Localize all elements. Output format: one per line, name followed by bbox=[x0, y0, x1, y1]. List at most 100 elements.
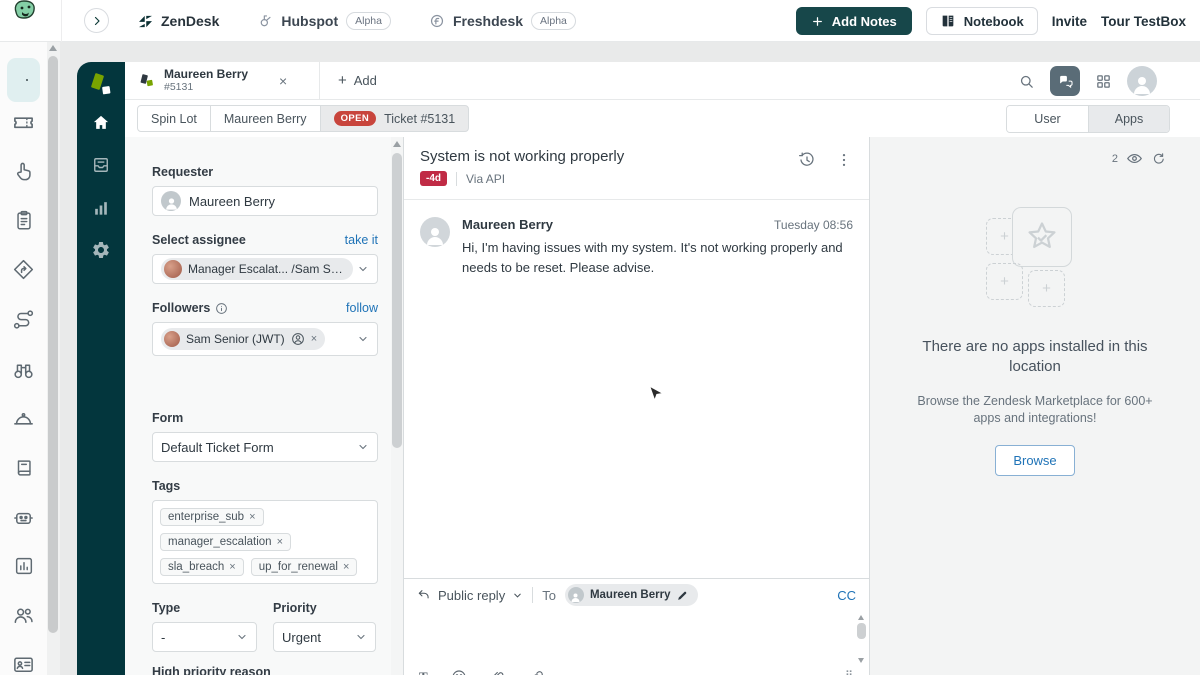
attachment-icon[interactable] bbox=[490, 669, 506, 675]
collapse-sidebar-button[interactable] bbox=[84, 8, 109, 33]
cc-link[interactable]: CC bbox=[837, 588, 856, 603]
scroll-up-arrow[interactable] bbox=[49, 45, 57, 51]
follower-value: Sam Senior (JWT) bbox=[186, 332, 285, 346]
emoji-icon[interactable] bbox=[451, 669, 467, 675]
rail-item-analytics[interactable] bbox=[0, 555, 47, 577]
scrollbar-thumb[interactable] bbox=[48, 56, 58, 633]
apps-grid-icon[interactable] bbox=[1095, 73, 1112, 90]
refresh-icon[interactable] bbox=[1151, 151, 1166, 166]
ticket-content: Requester Maureen Berry Select assignee … bbox=[125, 137, 1200, 675]
close-ticket-tab-button[interactable]: × bbox=[279, 73, 287, 89]
testbox-mascot-logo[interactable] bbox=[10, 0, 42, 30]
tag-label: up_for_renewal bbox=[258, 561, 338, 573]
rail-item-journeys[interactable] bbox=[0, 308, 47, 331]
topbar-actions: Add Notes Notebook Invite Tour TestBox bbox=[795, 0, 1186, 42]
type-select[interactable]: - bbox=[152, 622, 257, 652]
profile-avatar[interactable] bbox=[1127, 66, 1157, 96]
ticket-subject: System is not working properly bbox=[420, 148, 625, 165]
viewer-count: 2 bbox=[1111, 152, 1118, 165]
form-select[interactable]: Default Ticket Form bbox=[152, 432, 378, 462]
conversations-button[interactable] bbox=[1050, 66, 1080, 96]
rail-item-tickets[interactable] bbox=[0, 111, 47, 134]
scroll-up-arrow[interactable] bbox=[858, 615, 864, 620]
viewers-indicator: 2 bbox=[1112, 150, 1166, 167]
rail-item-clicks[interactable] bbox=[0, 160, 47, 183]
rail-item-discover[interactable] bbox=[0, 359, 47, 382]
ticket-fields-panel: Requester Maureen Berry Select assignee … bbox=[125, 137, 391, 675]
tag-pill[interactable]: sla_breach × bbox=[160, 558, 244, 576]
nav-admin-button[interactable] bbox=[77, 240, 125, 260]
add-tab-label: Add bbox=[353, 73, 377, 88]
nav-views-button[interactable] bbox=[77, 155, 125, 175]
edit-pencil-icon[interactable] bbox=[676, 589, 689, 602]
sla-badge: -4d bbox=[420, 171, 447, 186]
home-icon bbox=[91, 113, 111, 133]
remove-tag-icon[interactable]: × bbox=[343, 561, 349, 573]
rail-item-contacts[interactable] bbox=[0, 653, 47, 675]
notebook-button[interactable]: Notebook bbox=[925, 7, 1038, 35]
rail-item-users[interactable] bbox=[0, 604, 47, 627]
rail-item-guides[interactable] bbox=[0, 258, 47, 281]
scrollbar-thumb[interactable] bbox=[857, 623, 866, 639]
scroll-down-arrow[interactable] bbox=[858, 658, 864, 663]
zendesk-nav-sidebar bbox=[77, 62, 125, 675]
priority-select[interactable]: Urgent bbox=[273, 622, 376, 652]
ticket-tab[interactable]: Maureen Berry #5131 × bbox=[125, 62, 320, 100]
composer-toolbar: T ⠿ bbox=[404, 669, 869, 675]
link-icon[interactable] bbox=[529, 669, 545, 675]
tab-hubspot[interactable]: Hubspot Alpha bbox=[257, 12, 391, 30]
priority-label: Priority bbox=[273, 601, 317, 615]
take-it-link[interactable]: take it bbox=[345, 233, 378, 247]
scroll-up-arrow[interactable] bbox=[393, 141, 401, 147]
breadcrumb-ticket[interactable]: OPEN Ticket #5131 bbox=[319, 105, 470, 132]
breadcrumb-organization[interactable]: Spin Lot bbox=[137, 105, 211, 132]
nav-home-button[interactable] bbox=[77, 113, 125, 133]
rail-item-notes[interactable] bbox=[0, 209, 47, 231]
ticket-history-icon[interactable] bbox=[798, 151, 816, 169]
add-notes-button[interactable]: Add Notes bbox=[795, 7, 912, 35]
remove-follower-button[interactable]: × bbox=[311, 333, 317, 345]
remove-tag-icon[interactable]: × bbox=[229, 561, 235, 573]
message-avatar bbox=[420, 217, 450, 247]
tour-testbox-link[interactable]: Tour TestBox bbox=[1101, 14, 1186, 29]
rail-scrollbar[interactable] bbox=[47, 42, 60, 675]
tag-pill[interactable]: enterprise_sub × bbox=[160, 508, 264, 526]
kebab-menu-icon[interactable] bbox=[835, 151, 853, 169]
tab-zendesk[interactable]: ZenDesk bbox=[138, 13, 219, 29]
tags-field[interactable]: enterprise_sub × manager_escalation × sla_… bbox=[152, 500, 378, 584]
breadcrumb-requester[interactable]: Maureen Berry bbox=[209, 105, 321, 132]
toggle-user[interactable]: User bbox=[1007, 106, 1088, 132]
reply-type-selector[interactable]: Public reply bbox=[417, 588, 523, 603]
assignee-avatar bbox=[164, 260, 182, 278]
add-tab-button[interactable]: + Add bbox=[338, 72, 377, 89]
zendesk-product-logo[interactable] bbox=[88, 72, 114, 98]
tab-freshdesk[interactable]: Freshdesk Alpha bbox=[429, 12, 576, 30]
recipient-pill[interactable]: Maureen Berry bbox=[564, 584, 699, 606]
info-icon[interactable] bbox=[215, 302, 228, 315]
requester-field[interactable]: Maureen Berry bbox=[152, 186, 378, 216]
follow-link[interactable]: follow bbox=[346, 301, 378, 315]
rail-item-services[interactable] bbox=[0, 408, 47, 431]
toggle-apps[interactable]: Apps bbox=[1088, 106, 1169, 132]
followers-select[interactable]: Sam Senior (JWT) × bbox=[152, 322, 378, 356]
remove-tag-icon[interactable]: × bbox=[277, 536, 283, 548]
composer-scrollbar[interactable] bbox=[856, 613, 867, 665]
rail-item-zendesk-active[interactable] bbox=[7, 58, 40, 102]
tag-pill[interactable]: manager_escalation × bbox=[160, 533, 292, 551]
nav-reporting-button[interactable] bbox=[77, 198, 125, 218]
rail-item-assistant[interactable] bbox=[0, 506, 47, 529]
search-icon[interactable] bbox=[1018, 73, 1035, 90]
invite-link[interactable]: Invite bbox=[1052, 14, 1087, 29]
tag-pill[interactable]: up_for_renewal × bbox=[250, 558, 358, 576]
reply-textarea[interactable] bbox=[404, 611, 869, 669]
remove-tag-icon[interactable]: × bbox=[249, 511, 255, 523]
composer-drag-handle[interactable]: ⠿ bbox=[845, 669, 854, 675]
browse-marketplace-button[interactable]: Browse bbox=[995, 444, 1075, 476]
text-format-icon[interactable]: T bbox=[419, 669, 428, 675]
scrollbar-thumb[interactable] bbox=[392, 153, 402, 448]
users-icon bbox=[12, 604, 35, 627]
assignee-select[interactable]: Manager Escalat... /Sam Senior (... bbox=[152, 254, 378, 284]
fields-scrollbar[interactable] bbox=[391, 137, 404, 675]
chevron-right-icon bbox=[91, 15, 103, 27]
rail-item-library[interactable] bbox=[0, 457, 47, 479]
